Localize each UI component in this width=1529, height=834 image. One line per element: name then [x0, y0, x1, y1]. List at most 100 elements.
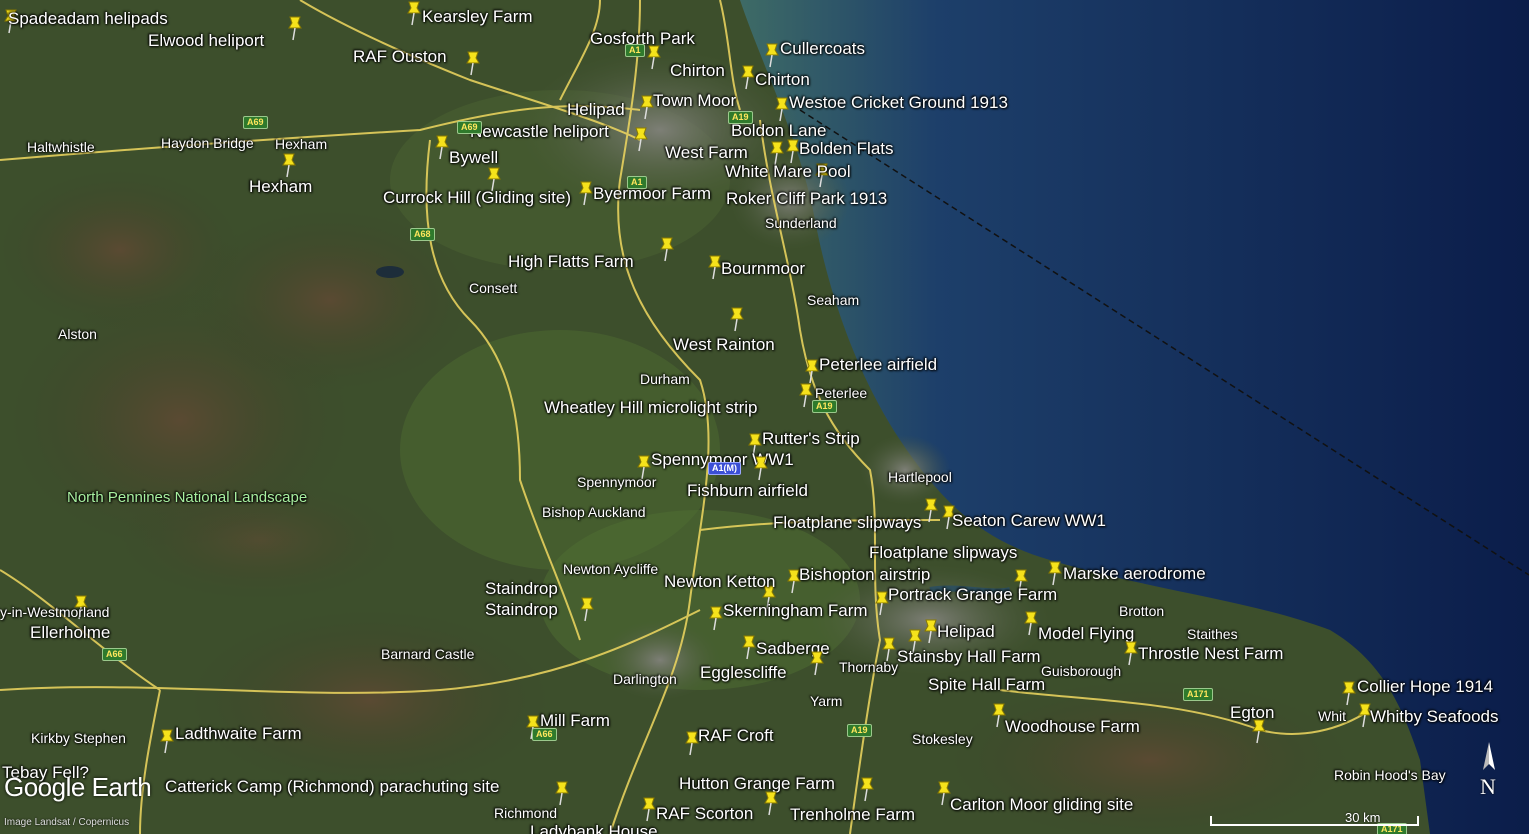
pin-icon[interactable] [922, 497, 940, 523]
north-arrow-icon [1483, 742, 1495, 770]
placemark-label[interactable]: Hexham [249, 178, 312, 195]
pin-icon[interactable] [158, 728, 176, 754]
town-label: Peterlee [815, 385, 868, 401]
placemark-label[interactable]: Bywell [449, 149, 498, 166]
town-label: Sunderland [765, 215, 837, 231]
placemark-label[interactable]: Boldon Lane [731, 122, 826, 139]
placemark-label[interactable]: Model Flying [1038, 625, 1134, 642]
pin-icon[interactable] [1046, 560, 1064, 586]
park-label: North Pennines National Landscape [67, 489, 308, 506]
map-view[interactable]: Spadeadam helipads Elwood heliport Kears… [0, 0, 1529, 834]
compass-icon[interactable]: N [1474, 740, 1504, 800]
pin-icon[interactable] [762, 790, 780, 816]
pin-icon[interactable] [728, 306, 746, 332]
placemark-label[interactable]: Peterlee airfield [819, 356, 937, 373]
placemark-label[interactable]: Seaton Carew WW1 [952, 512, 1106, 529]
placemark-label[interactable]: Chirton [670, 62, 725, 79]
placemark-label[interactable]: Portrack Grange Farm [888, 586, 1057, 603]
pin-icon[interactable] [286, 15, 304, 41]
placemark-label[interactable]: RAF Scorton [656, 805, 753, 822]
placemark-label[interactable]: Town Moor [653, 92, 736, 109]
placemark-label[interactable]: Currock Hill (Gliding site) [383, 189, 571, 206]
placemark-label[interactable]: Fishburn airfield [687, 482, 808, 499]
placemark-label[interactable]: Spite Hall Farm [928, 676, 1045, 693]
placemark-label[interactable]: Stainsby Hall Farm [897, 648, 1041, 665]
placemark-label[interactable]: Trenholme Farm [790, 806, 915, 823]
placemark-label[interactable]: Helipad [567, 101, 625, 118]
pin-icon[interactable] [553, 780, 571, 806]
placemark-label[interactable]: Cullercoats [780, 40, 865, 57]
town-label: Yarm [810, 693, 843, 709]
placemark-label[interactable]: Ladthwaite Farm [175, 725, 302, 742]
town-label: Durham [640, 371, 690, 387]
placemark-label[interactable]: Bournmoor [721, 260, 805, 277]
placemark-label[interactable]: Westoe Cricket Ground 1913 [789, 94, 1008, 111]
road-badge: A66 [532, 728, 557, 741]
placemark-label[interactable]: Whitby Seafoods [1370, 708, 1499, 725]
placemark-label[interactable]: RAF Croft [698, 727, 774, 744]
placemark-label[interactable]: Spadeadam helipads [8, 10, 168, 27]
town-label: Consett [469, 280, 518, 296]
town-label: Seaham [807, 292, 860, 308]
placemark-label[interactable]: Woodhouse Farm [1005, 718, 1140, 735]
placemark-label[interactable]: Floatplane slipways [773, 514, 921, 531]
placemark-label[interactable]: West Rainton [673, 336, 775, 353]
pin-icon[interactable] [808, 650, 826, 676]
placemark-label[interactable]: Kearsley Farm [422, 8, 533, 25]
pin-icon[interactable] [752, 455, 770, 481]
pin-icon[interactable] [405, 0, 423, 26]
placemark-label[interactable]: Catterick Camp (Richmond) parachuting si… [165, 778, 499, 795]
pin-icon[interactable] [632, 126, 650, 152]
road-badge: A19 [847, 724, 872, 737]
town-label: Spennymoor [577, 474, 657, 490]
placemark-label[interactable]: Hutton Grange Farm [679, 775, 835, 792]
placemark-label[interactable]: Floatplane slipways [869, 544, 1017, 561]
town-label: Whit [1318, 708, 1346, 724]
road-badge: A69 [457, 121, 482, 134]
placemark-label[interactable]: Chirton [755, 71, 810, 88]
placemark-label[interactable]: Newcastle heliport [470, 123, 609, 140]
placemark-label[interactable]: Bishopton airstrip [799, 566, 930, 583]
town-label: Brotton [1119, 603, 1165, 619]
placemark-label[interactable]: Throstle Nest Farm [1138, 645, 1283, 662]
road-badge: A19 [728, 111, 753, 124]
town-label: Haydon Bridge [161, 135, 254, 151]
placemark-label[interactable]: Wheatley Hill microlight strip [544, 399, 758, 416]
placemark-label[interactable]: RAF Ouston [353, 48, 447, 65]
placemark-label[interactable]: High Flatts Farm [508, 253, 634, 270]
town-label: Alston [58, 326, 97, 342]
town-label: Darlington [613, 671, 677, 687]
placemark-label[interactable]: Byermoor Farm [593, 185, 711, 202]
road-badge: A1 [625, 44, 645, 57]
town-label: Bishop Auckland [542, 504, 646, 520]
placemark-label[interactable]: Skerningham Farm [723, 602, 868, 619]
placemark-label[interactable]: Ellerholme [30, 624, 110, 641]
scale-label: 30 km [1345, 810, 1381, 825]
placemark-label[interactable]: Mill Farm [540, 712, 610, 729]
placemark-label[interactable]: Bolden Flats [799, 140, 894, 157]
town-label: Newton Aycliffe [563, 561, 659, 577]
pin-icon[interactable] [578, 596, 596, 622]
placemark-label[interactable]: Helipad [937, 623, 995, 640]
pin-icon[interactable] [658, 236, 676, 262]
placemark-label[interactable]: West Farm [665, 144, 748, 161]
town-label: Thornaby [839, 659, 899, 675]
placemark-label[interactable]: Carlton Moor gliding site [950, 796, 1133, 813]
placemark-label[interactable]: Roker Cliff Park 1913 [726, 190, 887, 207]
scale-bar: 30 km [1210, 808, 1419, 826]
placemark-label[interactable]: Ladybank House [530, 823, 658, 834]
pin-icon[interactable] [763, 42, 781, 68]
placemark-label[interactable]: Staindrop [485, 580, 558, 597]
placemark-label[interactable]: Rutter's Strip [762, 430, 860, 447]
placemark-label[interactable]: Marske aerodrome [1063, 565, 1206, 582]
placemark-label[interactable]: Egglescliffe [700, 664, 787, 681]
placemark-label[interactable]: Collier Hope 1914 [1357, 678, 1493, 695]
pin-icon[interactable] [280, 152, 298, 178]
placemark-label[interactable]: Staindrop [485, 601, 558, 618]
placemark-label[interactable]: Elwood heliport [148, 32, 264, 49]
pin-icon[interactable] [858, 776, 876, 802]
pin-icon[interactable] [464, 50, 482, 76]
placemark-label[interactable]: White Mare Pool [725, 163, 851, 180]
placemark-label[interactable]: Egton [1230, 704, 1274, 721]
placemark-label[interactable]: Newton Ketton [664, 573, 776, 590]
